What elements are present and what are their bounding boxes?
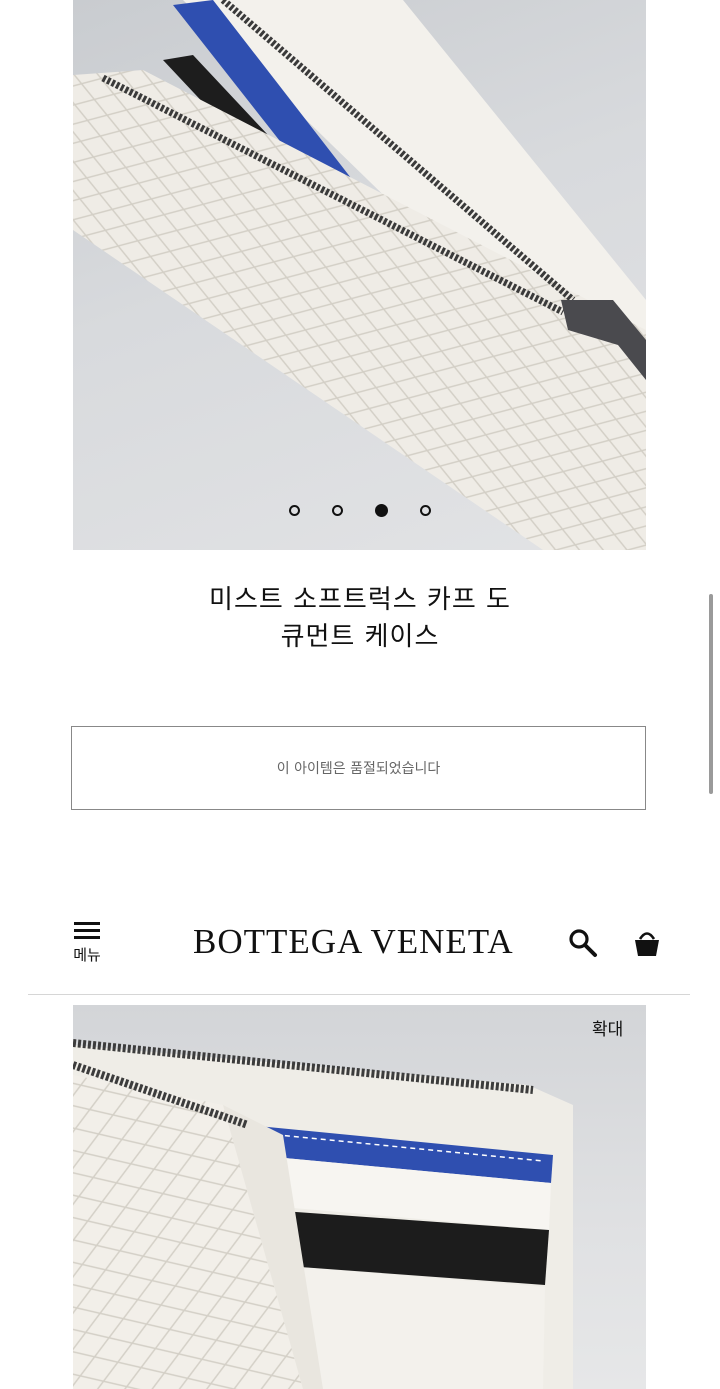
search-icon xyxy=(569,929,597,957)
carousel-dots xyxy=(73,504,646,521)
carousel-dot-3-active[interactable] xyxy=(374,504,388,517)
product-image-carousel[interactable] xyxy=(73,0,646,550)
page-scrollbar[interactable] xyxy=(709,594,713,794)
carousel-dot-4[interactable] xyxy=(419,505,431,516)
wallet-photo xyxy=(73,0,646,550)
wallet-detail-photo xyxy=(73,1039,573,1389)
menu-icon xyxy=(74,920,100,943)
brand-logo[interactable]: BOTTEGA VENETA xyxy=(193,922,528,962)
product-title-line-1: 미스트 소프트럭스 카프 도 xyxy=(209,585,511,615)
soldout-message: 이 아이템은 품절되었습니다 xyxy=(276,761,441,777)
product-image-detail[interactable] xyxy=(73,1005,646,1389)
search-button[interactable] xyxy=(567,927,599,959)
zoom-button[interactable]: 확대 xyxy=(592,1015,623,1040)
carousel-dot-1[interactable] xyxy=(288,505,300,516)
carousel-dot-2[interactable] xyxy=(331,505,343,516)
menu-button[interactable]: 메뉴 xyxy=(66,920,108,968)
product-title: 미스트 소프트럭스 카프 도 큐먼트 케이스 xyxy=(0,582,720,656)
product-title-line-2: 큐먼트 케이스 xyxy=(280,622,440,652)
site-header: 메뉴 BOTTEGA VENETA xyxy=(0,900,720,995)
menu-label: 메뉴 xyxy=(73,946,101,964)
cart-button[interactable] xyxy=(631,926,663,960)
header-divider xyxy=(28,994,690,995)
soldout-notice: 이 아이템은 품절되었습니다 xyxy=(71,726,646,810)
shopping-bag-icon xyxy=(635,932,659,956)
